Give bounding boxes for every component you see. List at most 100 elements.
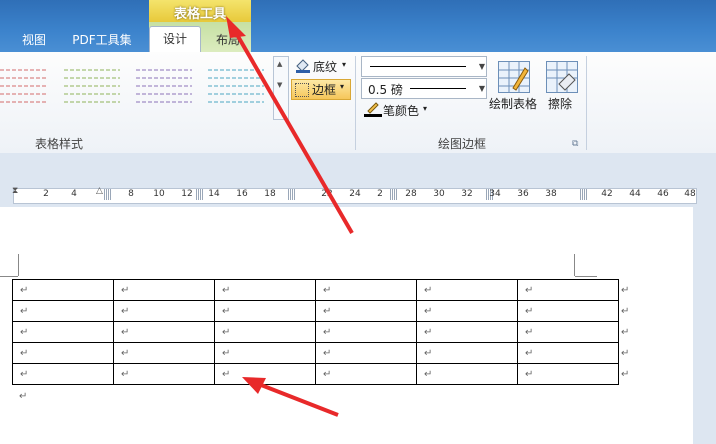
table-row: ↵ ↵ ↵ ↵ ↵ ↵ ↵ xyxy=(12,279,632,301)
table-cell[interactable]: ↵ xyxy=(416,279,518,301)
table-cell[interactable]: ↵ xyxy=(12,279,114,301)
line-weight-value: 0.5 磅 xyxy=(368,83,403,97)
dialog-launcher-icon[interactable]: ⧉ xyxy=(572,139,578,149)
table-style-purple[interactable] xyxy=(134,62,194,106)
pen-color-button[interactable]: 笔颜色 xyxy=(383,102,419,119)
pen-icon[interactable] xyxy=(364,101,382,117)
table-cell[interactable]: ↵ xyxy=(416,342,518,364)
table-cell[interactable]: ↵ xyxy=(517,363,619,385)
table-cell[interactable]: ↵ xyxy=(113,363,215,385)
tab-pdf-tools[interactable]: PDF工具集 xyxy=(64,30,140,52)
draw-table-button[interactable]: 绘制表格 xyxy=(489,95,537,112)
document-table[interactable]: ↵ ↵ ↵ ↵ ↵ ↵ ↵ ↵ ↵ ↵ ↵ ↵ ↵ ↵ ↵ ↵ ↵ ↵ ↵ ↵ ↵ ↵ ↵ ↵ ↵ ↵ ↵ ↵ ↵ ↵ ↵ ↵ ↵ ↵ ↵ xyxy=(12,279,632,385)
table-row: ↵ ↵ ↵ ↵ ↵ ↵ ↵ xyxy=(12,363,632,385)
eraser-button[interactable]: 擦除 xyxy=(548,95,572,112)
line-style-preview xyxy=(370,66,466,67)
indent-marker-icon[interactable]: ⧗ xyxy=(12,186,18,196)
table-cell[interactable]: ↵ xyxy=(517,279,619,301)
table-cell[interactable]: ↵ xyxy=(113,279,215,301)
table-cell[interactable]: ↵ xyxy=(113,321,215,343)
ruler-tick: 36 xyxy=(517,189,529,199)
tab-view[interactable]: 视图 xyxy=(12,30,56,52)
borders-dropdown-icon[interactable]: ▾ xyxy=(340,82,344,91)
column-marker[interactable] xyxy=(196,189,203,200)
tab-design[interactable]: 设计 xyxy=(149,26,201,54)
group-label-table-styles: 表格样式 xyxy=(34,137,83,151)
table-cell[interactable]: ↵ xyxy=(12,300,114,322)
ruler-tick: 2 xyxy=(43,189,49,199)
table-cell[interactable]: ↵ xyxy=(113,300,215,322)
tab-layout[interactable]: 布局 xyxy=(206,30,250,52)
line-weight-select[interactable]: 0.5 磅 ▼ xyxy=(361,78,487,99)
chevron-down-icon[interactable]: ▼ xyxy=(479,84,485,93)
table-cell[interactable]: ↵ xyxy=(315,342,417,364)
table-cell[interactable]: ↵ xyxy=(517,300,619,322)
ruler-tick: 16 xyxy=(236,189,248,199)
column-marker[interactable] xyxy=(288,189,295,200)
line-weight-preview xyxy=(410,88,466,89)
table-cell[interactable]: ↵ xyxy=(416,321,518,343)
table-cell[interactable]: ↵ xyxy=(416,300,518,322)
borders-label: 边框 xyxy=(312,83,337,97)
draw-table-icon[interactable] xyxy=(498,61,530,93)
table-cell[interactable]: ↵ xyxy=(517,342,619,364)
row-end-mark: ↵ xyxy=(621,284,630,296)
column-marker[interactable] xyxy=(580,189,587,200)
gallery-up-icon[interactable]: ▲ xyxy=(277,60,282,68)
table-cell[interactable]: ↵ xyxy=(214,363,316,385)
right-indent-marker-icon[interactable]: △ xyxy=(96,186,103,196)
column-marker[interactable] xyxy=(390,189,397,200)
ruler-tick: 10 xyxy=(153,189,165,199)
shading-button[interactable]: 底纹 xyxy=(313,58,337,75)
ruler-tick: 42 xyxy=(601,189,613,199)
column-marker[interactable] xyxy=(104,189,111,200)
table-cell[interactable]: ↵ xyxy=(416,363,518,385)
group-separator xyxy=(586,56,587,150)
shading-bucket-icon[interactable] xyxy=(294,57,312,73)
ruler-tick: 4 xyxy=(71,189,77,199)
table-row: ↵ ↵ ↵ ↵ ↵ ↵ ↵ xyxy=(12,342,632,364)
table-cell[interactable]: ↵ xyxy=(12,321,114,343)
ruler-tick: 30 xyxy=(433,189,445,199)
page-margin-edge xyxy=(693,207,716,444)
table-cell[interactable]: ↵ xyxy=(214,321,316,343)
table-style-red[interactable] xyxy=(0,62,48,106)
ruler-tick: 2 xyxy=(377,189,383,199)
gallery-scroll[interactable]: ▲ ▼ ▾ xyxy=(273,56,289,120)
table-cell[interactable]: ↵ xyxy=(517,321,619,343)
table-cell[interactable]: ↵ xyxy=(315,363,417,385)
contextual-tab-label: 表格工具 xyxy=(173,7,226,22)
group-separator xyxy=(355,56,356,150)
ruler-tick: 18 xyxy=(264,189,276,199)
table-cell[interactable]: ↵ xyxy=(315,321,417,343)
group-label-draw-borders: 绘图边框 xyxy=(437,137,486,151)
table-cell[interactable]: ↵ xyxy=(214,300,316,322)
line-style-select[interactable]: ▼ xyxy=(361,56,487,77)
borders-button[interactable]: 边框 ▾ xyxy=(291,79,351,100)
row-end-mark: ↵ xyxy=(621,326,630,338)
table-style-green[interactable] xyxy=(62,62,122,106)
table-cell[interactable]: ↵ xyxy=(214,342,316,364)
eraser-icon[interactable] xyxy=(546,61,578,93)
ruler-tick: 34 xyxy=(489,189,501,199)
shading-dropdown-icon[interactable]: ▾ xyxy=(342,60,346,69)
table-cell[interactable]: ↵ xyxy=(315,300,417,322)
table-cell[interactable]: ↵ xyxy=(113,342,215,364)
crop-mark xyxy=(0,276,18,277)
ruler-tick: 32 xyxy=(461,189,473,199)
ruler-tick: 22 xyxy=(321,189,333,199)
table-cell[interactable]: ↵ xyxy=(12,363,114,385)
crop-mark xyxy=(574,254,575,276)
table-style-teal[interactable] xyxy=(206,62,266,106)
ruler-tick: 46 xyxy=(657,189,669,199)
crop-mark xyxy=(18,254,19,276)
gallery-down-icon[interactable]: ▼ xyxy=(277,81,282,89)
table-cell[interactable]: ↵ xyxy=(315,279,417,301)
gallery-more-icon[interactable]: ▾ xyxy=(277,103,281,111)
pen-color-dropdown-icon[interactable]: ▾ xyxy=(423,104,427,113)
crop-mark xyxy=(575,276,597,277)
table-cell[interactable]: ↵ xyxy=(12,342,114,364)
table-cell[interactable]: ↵ xyxy=(214,279,316,301)
chevron-down-icon[interactable]: ▼ xyxy=(479,62,485,71)
row-end-mark: ↵ xyxy=(621,305,630,317)
